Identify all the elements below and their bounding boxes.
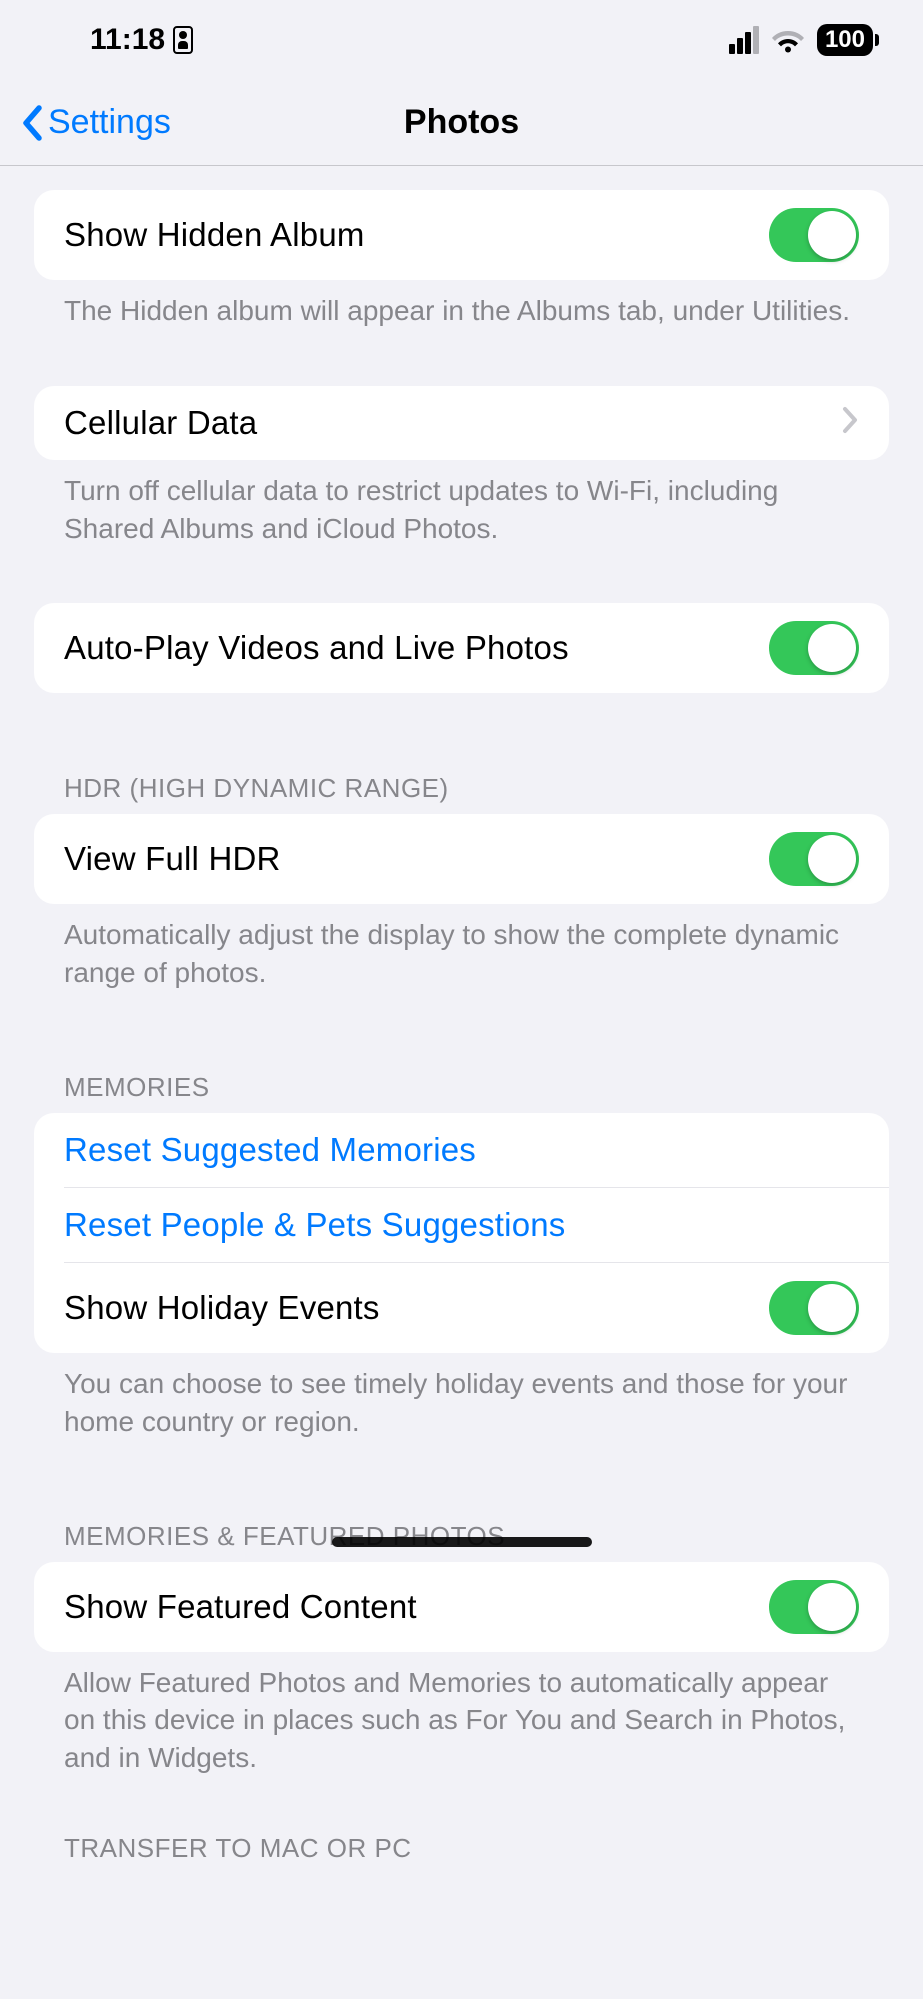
group-autoplay: Auto-Play Videos and Live Photos — [34, 603, 889, 693]
header-memories: MEMORIES — [34, 1072, 889, 1113]
group-hidden-album: Show Hidden Album — [34, 190, 889, 280]
footer-hdr: Automatically adjust the display to show… — [34, 904, 889, 992]
chevron-left-icon — [20, 104, 44, 142]
row-label: Reset Suggested Memories — [64, 1131, 476, 1169]
toggle-autoplay[interactable] — [769, 621, 859, 675]
footer-memories: You can choose to see timely holiday eve… — [34, 1353, 889, 1441]
group-memories: Reset Suggested Memories Reset People & … — [34, 1113, 889, 1353]
row-cellular-data[interactable]: Cellular Data — [34, 386, 889, 460]
status-right: 100 — [729, 24, 873, 56]
row-show-featured-content[interactable]: Show Featured Content — [34, 1562, 889, 1652]
row-label: Cellular Data — [64, 404, 257, 442]
group-featured: Show Featured Content — [34, 1562, 889, 1652]
row-label: Show Holiday Events — [64, 1289, 380, 1327]
footer-hidden-album: The Hidden album will appear in the Albu… — [34, 280, 889, 330]
battery-indicator: 100 — [817, 24, 873, 56]
header-hdr: HDR (HIGH DYNAMIC RANGE) — [34, 773, 889, 814]
row-show-holiday-events[interactable]: Show Holiday Events — [64, 1262, 889, 1353]
row-show-hidden-album[interactable]: Show Hidden Album — [34, 190, 889, 280]
status-time: 11:18 — [90, 23, 165, 57]
row-label: View Full HDR — [64, 840, 281, 878]
back-button[interactable]: Settings — [20, 103, 171, 142]
row-view-full-hdr[interactable]: View Full HDR — [34, 814, 889, 904]
row-label: Show Hidden Album — [64, 216, 365, 254]
toggle-show-featured-content[interactable] — [769, 1580, 859, 1634]
chevron-right-icon — [841, 406, 859, 439]
header-transfer: TRANSFER TO MAC OR PC — [34, 1833, 889, 1874]
settings-content: Show Hidden Album The Hidden album will … — [0, 166, 923, 1874]
toggle-show-hidden-album[interactable] — [769, 208, 859, 262]
battery-percent: 100 — [825, 26, 865, 54]
wifi-icon — [771, 27, 805, 53]
row-reset-people-pets[interactable]: Reset People & Pets Suggestions — [64, 1187, 889, 1262]
toggle-view-full-hdr[interactable] — [769, 832, 859, 886]
home-indicator[interactable] — [332, 1537, 592, 1547]
footer-featured: Allow Featured Photos and Memories to au… — [34, 1652, 889, 1777]
back-label: Settings — [48, 103, 171, 142]
face-id-icon — [173, 26, 193, 54]
group-cellular-data: Cellular Data — [34, 386, 889, 460]
row-reset-suggested-memories[interactable]: Reset Suggested Memories — [34, 1113, 889, 1187]
row-label: Show Featured Content — [64, 1588, 417, 1626]
footer-cellular: Turn off cellular data to restrict updat… — [34, 460, 889, 548]
status-left: 11:18 — [90, 23, 193, 57]
cellular-signal-icon — [729, 26, 759, 54]
group-hdr: View Full HDR — [34, 814, 889, 904]
row-autoplay[interactable]: Auto-Play Videos and Live Photos — [34, 603, 889, 693]
row-label: Reset People & Pets Suggestions — [64, 1206, 566, 1244]
row-label: Auto-Play Videos and Live Photos — [64, 629, 569, 667]
toggle-show-holiday-events[interactable] — [769, 1281, 859, 1335]
status-bar: 11:18 100 — [0, 0, 923, 80]
nav-bar: Settings Photos — [0, 80, 923, 166]
